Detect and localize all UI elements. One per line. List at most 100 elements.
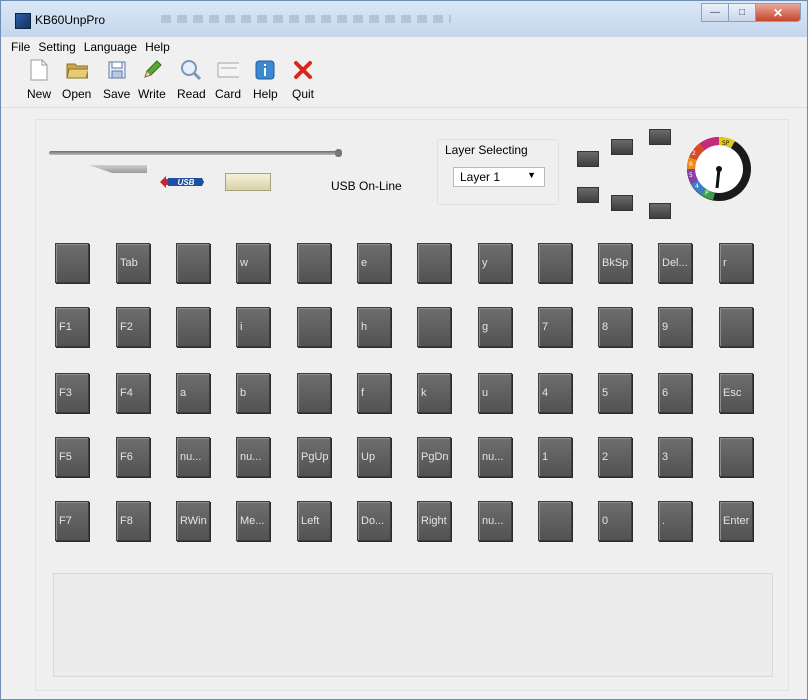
- key-button[interactable]: u: [478, 373, 512, 413]
- key-button[interactable]: 5: [598, 373, 632, 413]
- magnifier-icon: [180, 59, 202, 81]
- indicator-led: [649, 203, 671, 219]
- dial-label: 6: [689, 161, 693, 168]
- key-button[interactable]: F5: [55, 437, 89, 477]
- key-button[interactable]: Do...: [357, 501, 391, 541]
- key-button[interactable]: 6: [658, 373, 692, 413]
- indicator-led: [611, 195, 633, 211]
- key-button[interactable]: nu...: [478, 501, 512, 541]
- key-button[interactable]: F8: [116, 501, 150, 541]
- red-x-icon: [292, 59, 314, 81]
- key-button[interactable]: F7: [55, 501, 89, 541]
- key-button[interactable]: [719, 437, 753, 477]
- key-button[interactable]: k: [417, 373, 451, 413]
- layer-selecting-label: Layer Selecting: [445, 143, 528, 157]
- key-button[interactable]: a: [176, 373, 210, 413]
- layer-dropdown-value: Layer 1: [460, 170, 501, 184]
- close-button[interactable]: ✕: [755, 3, 801, 22]
- key-button[interactable]: [417, 307, 451, 347]
- menu-setting[interactable]: Setting: [34, 40, 79, 54]
- key-button[interactable]: Left: [297, 501, 331, 541]
- key-button[interactable]: [297, 373, 331, 413]
- open-folder-icon: [66, 59, 88, 81]
- toolbar-write-button[interactable]: Write: [138, 59, 166, 101]
- menu-language[interactable]: Language: [80, 40, 141, 54]
- key-button[interactable]: RWin: [176, 501, 210, 541]
- key-button[interactable]: Del...: [658, 243, 692, 283]
- key-button[interactable]: F2: [116, 307, 150, 347]
- key-button[interactable]: PgUp: [297, 437, 331, 477]
- toolbar-card-button[interactable]: Card: [215, 59, 241, 101]
- key-button[interactable]: [538, 501, 572, 541]
- toolbar-new-button[interactable]: New: [27, 59, 51, 101]
- menu-file[interactable]: File: [7, 40, 34, 54]
- key-button[interactable]: 7: [538, 307, 572, 347]
- menu-bar: File Setting Language Help: [1, 37, 807, 57]
- key-button[interactable]: F1: [55, 307, 89, 347]
- toolbar-save-button[interactable]: Save: [103, 59, 130, 101]
- key-button[interactable]: i: [236, 307, 270, 347]
- key-button[interactable]: [176, 307, 210, 347]
- key-button[interactable]: r: [719, 243, 753, 283]
- key-button[interactable]: h: [357, 307, 391, 347]
- key-button[interactable]: 9: [658, 307, 692, 347]
- key-button[interactable]: w: [236, 243, 270, 283]
- key-button[interactable]: Up: [357, 437, 391, 477]
- toolbar-help-button[interactable]: Help: [253, 59, 278, 101]
- maximize-button[interactable]: □: [728, 3, 755, 22]
- app-icon: [15, 13, 31, 29]
- layer-dial[interactable]: SP 2 6 5 4 P: [683, 133, 755, 205]
- dial-label: 2: [692, 150, 696, 157]
- layer-dropdown[interactable]: Layer 1 ▼: [453, 167, 545, 187]
- dial-hub: [716, 166, 722, 172]
- toolbar-read-button[interactable]: Read: [177, 59, 206, 101]
- key-button[interactable]: 2: [598, 437, 632, 477]
- indicator-led: [577, 151, 599, 167]
- indicator-led: [649, 129, 671, 145]
- key-button[interactable]: .: [658, 501, 692, 541]
- key-button[interactable]: e: [357, 243, 391, 283]
- key-button[interactable]: b: [236, 373, 270, 413]
- key-button[interactable]: PgDn: [417, 437, 451, 477]
- key-button[interactable]: Me...: [236, 501, 270, 541]
- key-button[interactable]: F6: [116, 437, 150, 477]
- key-button[interactable]: [719, 307, 753, 347]
- key-button[interactable]: Esc: [719, 373, 753, 413]
- toolbar: New Open Save Write Read Card Help Quit: [1, 57, 807, 108]
- key-button[interactable]: F4: [116, 373, 150, 413]
- key-button[interactable]: [297, 243, 331, 283]
- title-bar[interactable]: KB60UnpPro — □ ✕: [1, 1, 807, 37]
- dial-label: 5: [689, 172, 693, 179]
- key-button[interactable]: [55, 243, 89, 283]
- key-button[interactable]: Enter: [719, 501, 753, 541]
- key-button[interactable]: [297, 307, 331, 347]
- key-button[interactable]: F3: [55, 373, 89, 413]
- key-button[interactable]: 3: [658, 437, 692, 477]
- minimize-button[interactable]: —: [701, 3, 728, 22]
- key-button[interactable]: g: [478, 307, 512, 347]
- toolbar-quit-button[interactable]: Quit: [292, 59, 314, 101]
- key-button[interactable]: 0: [598, 501, 632, 541]
- app-window: KB60UnpPro — □ ✕ File Setting Language H…: [0, 0, 808, 700]
- key-button[interactable]: Tab: [116, 243, 150, 283]
- key-button[interactable]: nu...: [176, 437, 210, 477]
- usb-status-label: USB On-Line: [331, 179, 402, 193]
- key-button[interactable]: 4: [538, 373, 572, 413]
- status-output-area: [53, 573, 773, 677]
- key-button[interactable]: Right: [417, 501, 451, 541]
- key-button[interactable]: f: [357, 373, 391, 413]
- dial-label: P: [705, 190, 709, 197]
- key-button[interactable]: nu...: [236, 437, 270, 477]
- key-button[interactable]: BkSp: [598, 243, 632, 283]
- toolbar-open-button[interactable]: Open: [62, 59, 91, 101]
- key-button[interactable]: [176, 243, 210, 283]
- key-button[interactable]: 8: [598, 307, 632, 347]
- key-button[interactable]: nu...: [478, 437, 512, 477]
- key-button[interactable]: y: [478, 243, 512, 283]
- key-button[interactable]: 1: [538, 437, 572, 477]
- indicator-led: [611, 139, 633, 155]
- pencil-icon: [141, 59, 163, 81]
- menu-help[interactable]: Help: [141, 40, 174, 54]
- key-button[interactable]: [417, 243, 451, 283]
- key-button[interactable]: [538, 243, 572, 283]
